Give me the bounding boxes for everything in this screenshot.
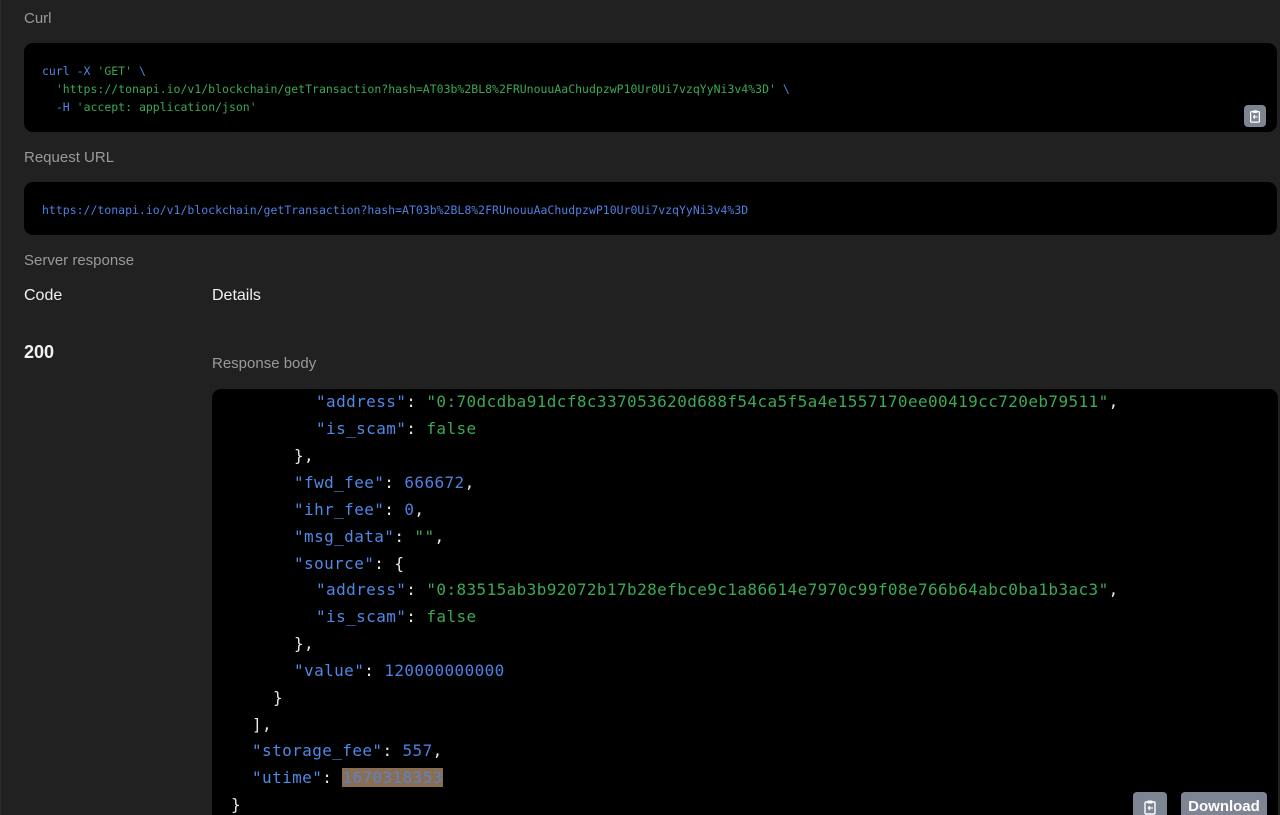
- json-line: "utime": 1670318353: [252, 768, 443, 787]
- curl-header-value: 'accept: application/json': [76, 100, 257, 114]
- request-url-block[interactable]: https://tonapi.io/v1/blockchain/getTrans…: [24, 182, 1277, 235]
- json-line: "address": "0:83515ab3b92072b17b28efbce9…: [316, 580, 1119, 599]
- response-body-label: Response body: [212, 355, 317, 372]
- page: Curl curl -X 'GET' \ 'https://tonapi.io/…: [0, 0, 1280, 815]
- json-line: },: [294, 634, 315, 653]
- json-line: "is_scam": false: [316, 607, 477, 626]
- clipboard-icon: [1144, 800, 1156, 815]
- curl-cmd: curl -X: [42, 64, 98, 78]
- curl-line1-continuation: \: [132, 64, 146, 78]
- curl-header-flag: -H: [55, 100, 77, 114]
- json-line: "is_scam": false: [316, 419, 477, 438]
- server-response-label: Server response: [24, 252, 135, 269]
- json-line: }: [273, 688, 284, 707]
- code-column-header: Code: [24, 287, 63, 304]
- selected-text[interactable]: 1670318353: [342, 768, 443, 787]
- json-line: "value": 120000000000: [294, 661, 505, 680]
- curl-label: Curl: [24, 10, 52, 27]
- details-column-header: Details: [212, 287, 261, 304]
- copy-curl-button[interactable]: [1244, 105, 1266, 127]
- copy-response-button[interactable]: [1133, 792, 1167, 815]
- curl-method: 'GET': [97, 64, 133, 78]
- json-line: }: [231, 795, 242, 814]
- request-url-label: Request URL: [24, 149, 115, 166]
- json-line: ],: [252, 715, 273, 734]
- json-line: "ihr_fee": 0,: [294, 500, 425, 519]
- json-line: },: [294, 446, 315, 465]
- response-body[interactable]: "address": "0:70dcdba91dcf8c337053620d68…: [212, 389, 1278, 815]
- download-button[interactable]: Download: [1181, 792, 1267, 815]
- json-line: "msg_data": "",: [294, 527, 445, 546]
- curl-code-block[interactable]: curl -X 'GET' \ 'https://tonapi.io/v1/bl…: [24, 43, 1277, 132]
- curl-line2-continuation: \: [775, 82, 790, 96]
- json-line: "address": "0:70dcdba91dcf8c337053620d68…: [316, 392, 1119, 411]
- curl-url: 'https://tonapi.io/v1/blockchain/getTran…: [55, 82, 776, 96]
- curl-command: curl -X 'GET' \ 'https://tonapi.io/v1/bl…: [42, 62, 1277, 116]
- json-line: "fwd_fee": 666672,: [294, 473, 475, 492]
- status-code: 200: [24, 342, 55, 362]
- clipboard-icon: [1250, 110, 1260, 123]
- request-url-value: https://tonapi.io/v1/blockchain/getTrans…: [42, 203, 749, 217]
- json-line: "source": {: [294, 554, 405, 573]
- json-line: "storage_fee": 557,: [252, 741, 443, 760]
